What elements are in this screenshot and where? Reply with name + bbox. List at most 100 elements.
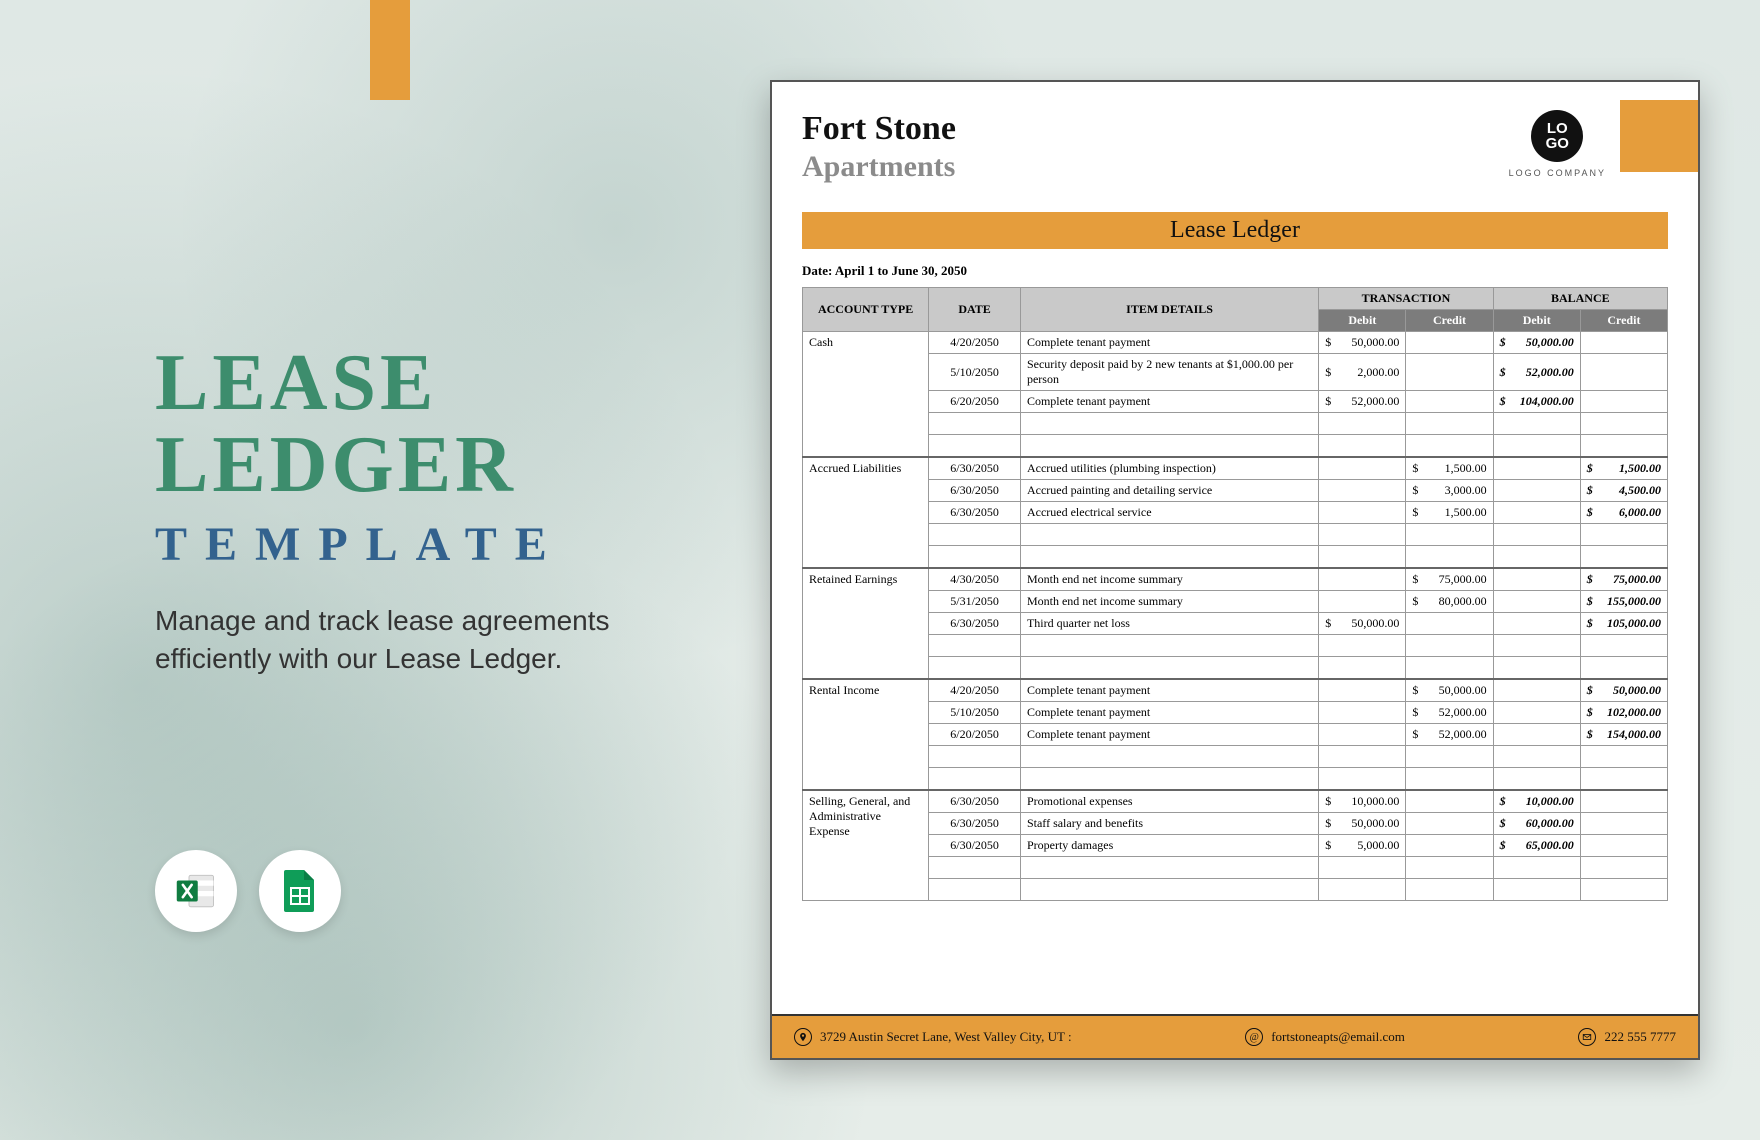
trans-debit-cell (1319, 591, 1406, 613)
item-cell: Complete tenant payment (1020, 332, 1318, 354)
trans-debit-cell: $10,000.00 (1319, 790, 1406, 813)
trans-debit-cell (1319, 702, 1406, 724)
th-item-details: ITEM DETAILS (1020, 288, 1318, 332)
th-trans-credit: Credit (1406, 310, 1493, 332)
date-cell: 5/31/2050 (929, 591, 1021, 613)
bal-debit-cell: $52,000.00 (1493, 354, 1580, 391)
item-cell: Property damages (1020, 835, 1318, 857)
table-row (803, 879, 1668, 901)
trans-credit-cell (1406, 613, 1493, 635)
table-row (803, 657, 1668, 680)
item-cell: Accrued utilities (plumbing inspection) (1020, 457, 1318, 480)
bal-credit-cell: $6,000.00 (1580, 502, 1667, 524)
trans-credit-cell (1406, 835, 1493, 857)
bal-credit-cell (1580, 354, 1667, 391)
bal-credit-cell: $102,000.00 (1580, 702, 1667, 724)
bal-credit-cell (1580, 790, 1667, 813)
bal-credit-cell: $75,000.00 (1580, 568, 1667, 591)
footer-address-text: 3729 Austin Secret Lane, West Valley Cit… (820, 1029, 1072, 1045)
table-row: 6/20/2050Complete tenant payment$52,000.… (803, 391, 1668, 413)
date-cell: 4/20/2050 (929, 679, 1021, 702)
table-row (803, 435, 1668, 458)
bal-debit-cell (1493, 591, 1580, 613)
trans-debit-cell (1319, 480, 1406, 502)
item-cell: Complete tenant payment (1020, 724, 1318, 746)
th-account-type: ACCOUNT TYPE (803, 288, 929, 332)
date-cell: 5/10/2050 (929, 354, 1021, 391)
date-cell: 6/30/2050 (929, 790, 1021, 813)
trans-credit-cell: $1,500.00 (1406, 502, 1493, 524)
table-row: 5/31/2050Month end net income summary$80… (803, 591, 1668, 613)
table-row: 6/30/2050Property damages$5,000.00$65,00… (803, 835, 1668, 857)
table-row (803, 768, 1668, 791)
logo-caption: LOGO COMPANY (1509, 168, 1606, 178)
trans-credit-cell: $52,000.00 (1406, 724, 1493, 746)
item-cell: Complete tenant payment (1020, 391, 1318, 413)
trans-debit-cell (1319, 724, 1406, 746)
date-cell: 6/30/2050 (929, 613, 1021, 635)
trans-debit-cell: $2,000.00 (1319, 354, 1406, 391)
item-cell: Accrued electrical service (1020, 502, 1318, 524)
promo-title-line3: TEMPLATE (155, 517, 685, 572)
bal-credit-cell: $154,000.00 (1580, 724, 1667, 746)
date-cell: 5/10/2050 (929, 702, 1021, 724)
trans-debit-cell (1319, 502, 1406, 524)
table-row: 6/30/2050Accrued electrical service $1,50… (803, 502, 1668, 524)
bal-credit-cell (1580, 332, 1667, 354)
company-name-line2: Apartments (802, 150, 956, 184)
th-transaction: TRANSACTION (1319, 288, 1493, 310)
company-name-line1: Fort Stone (802, 110, 956, 148)
bal-credit-cell: $50,000.00 (1580, 679, 1667, 702)
promo-title-line1: LEASE (155, 345, 685, 421)
th-balance: BALANCE (1493, 288, 1667, 310)
bal-debit-cell (1493, 679, 1580, 702)
bal-credit-cell (1580, 835, 1667, 857)
item-cell: Staff salary and benefits (1020, 813, 1318, 835)
table-row (803, 635, 1668, 657)
footer-address: 3729 Austin Secret Lane, West Valley Cit… (794, 1028, 1072, 1046)
item-cell: Promotional expenses (1020, 790, 1318, 813)
table-row: Cash4/20/2050Complete tenant payment$50,… (803, 332, 1668, 354)
date-cell: 6/30/2050 (929, 502, 1021, 524)
date-cell: 4/30/2050 (929, 568, 1021, 591)
date-cell: 6/30/2050 (929, 813, 1021, 835)
trans-debit-cell: $50,000.00 (1319, 813, 1406, 835)
ledger-document: Fort Stone Apartments LO GO LOGO COMPANY… (770, 80, 1700, 1060)
footer-email: @ fortstoneapts@email.com (1245, 1028, 1405, 1046)
bal-debit-cell (1493, 613, 1580, 635)
date-cell: 6/30/2050 (929, 480, 1021, 502)
footer-phone-text: 222 555 7777 (1604, 1029, 1676, 1045)
trans-debit-cell: $5,000.00 (1319, 835, 1406, 857)
bal-debit-cell (1493, 502, 1580, 524)
ledger-table: ACCOUNT TYPE DATE ITEM DETAILS TRANSACTI… (802, 287, 1668, 901)
google-sheets-icon (259, 850, 341, 932)
format-icons-row (155, 850, 341, 932)
trans-debit-cell (1319, 568, 1406, 591)
account-type-cell: Accrued Liabilities (803, 457, 929, 568)
bal-debit-cell (1493, 568, 1580, 591)
table-row: 6/30/2050Third quarter net loss$50,000.0… (803, 613, 1668, 635)
trans-credit-cell (1406, 354, 1493, 391)
trans-credit-cell: $1,500.00 (1406, 457, 1493, 480)
table-row: Rental Income4/20/2050Complete tenant pa… (803, 679, 1668, 702)
trans-debit-cell (1319, 457, 1406, 480)
document-footer: 3729 Austin Secret Lane, West Valley Cit… (772, 1014, 1698, 1058)
account-type-cell: Retained Earnings (803, 568, 929, 679)
trans-credit-cell (1406, 790, 1493, 813)
trans-credit-cell: $50,000.00 (1406, 679, 1493, 702)
trans-credit-cell: $3,000.00 (1406, 480, 1493, 502)
table-row: Selling, General, and Administrative Exp… (803, 790, 1668, 813)
table-row: 5/10/2050Complete tenant payment$52,000.… (803, 702, 1668, 724)
trans-credit-cell: $80,000.00 (1406, 591, 1493, 613)
trans-debit-cell: $50,000.00 (1319, 613, 1406, 635)
bal-debit-cell (1493, 724, 1580, 746)
table-row (803, 746, 1668, 768)
item-cell: Complete tenant payment (1020, 679, 1318, 702)
bal-debit-cell: $60,000.00 (1493, 813, 1580, 835)
account-type-cell: Rental Income (803, 679, 929, 790)
item-cell: Complete tenant payment (1020, 702, 1318, 724)
table-row: 5/10/2050Security deposit paid by 2 new … (803, 354, 1668, 391)
decorative-orange-tab (370, 0, 410, 100)
table-row: 6/30/2050Staff salary and benefits$50,00… (803, 813, 1668, 835)
ledger-banner: Lease Ledger (802, 212, 1668, 249)
